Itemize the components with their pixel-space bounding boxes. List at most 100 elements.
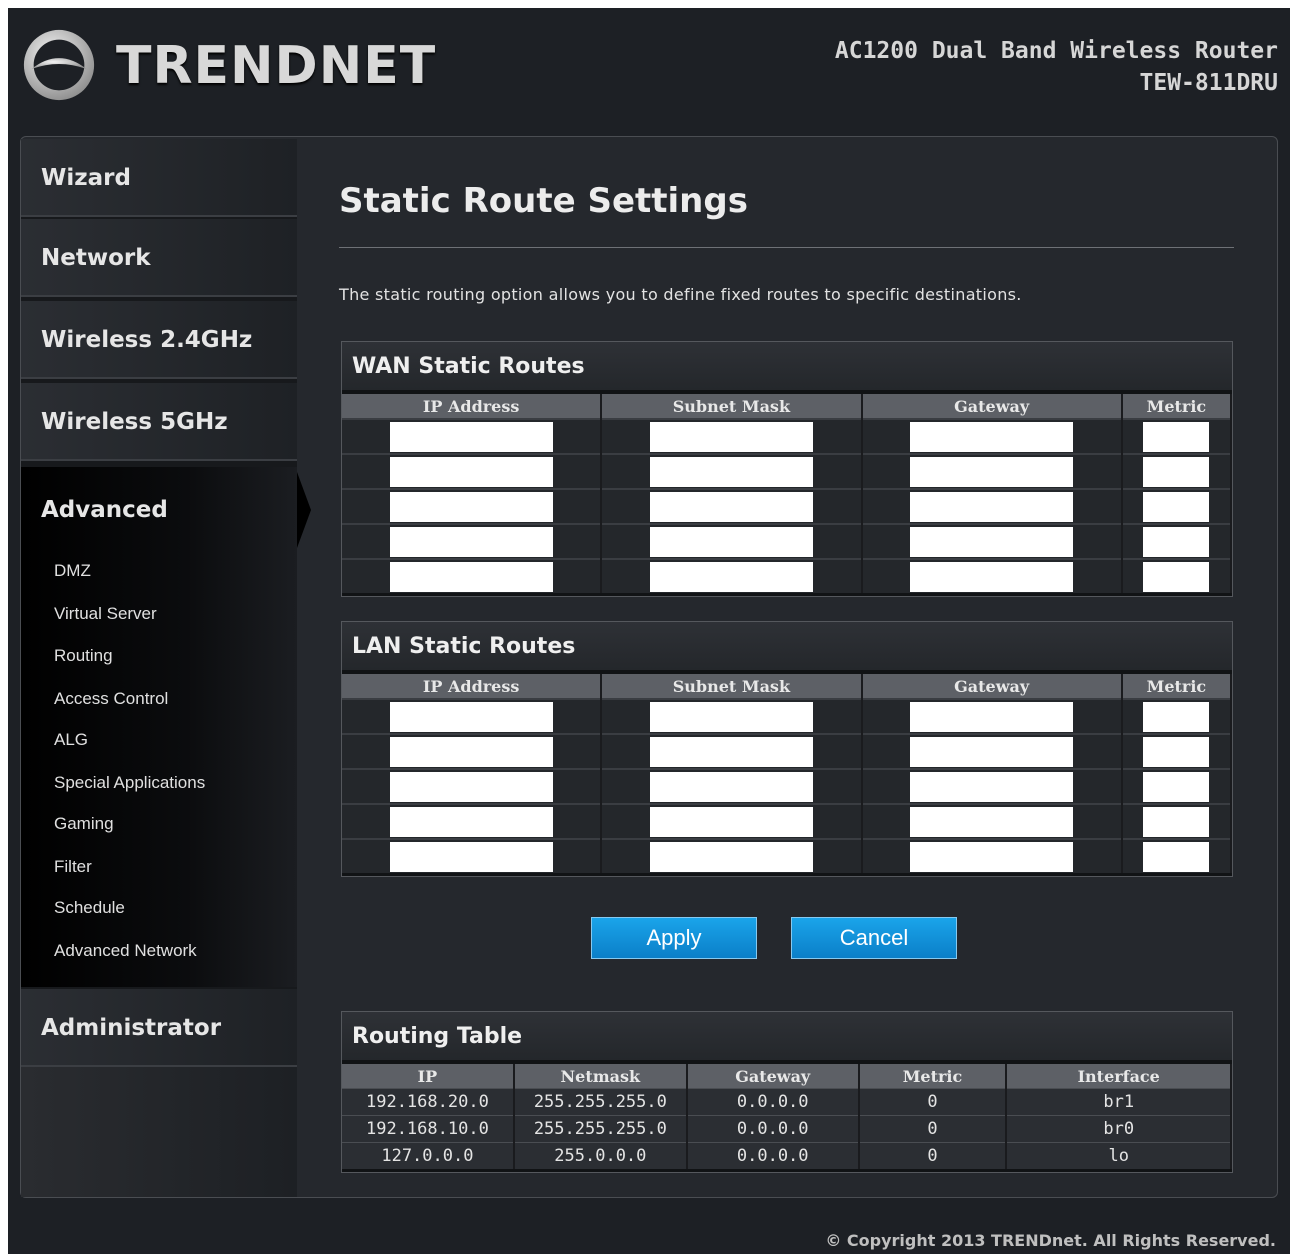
table-cell: [342, 838, 603, 873]
table-cell: [861, 418, 1123, 454]
trendnet-logo: TRENDNET: [16, 18, 435, 108]
wan-subnet-mask-input[interactable]: [649, 421, 813, 452]
table-cell: [601, 698, 863, 734]
lan-gateway-input[interactable]: [910, 736, 1074, 767]
lan-ip-address-input[interactable]: [389, 701, 553, 732]
wan-metric-input[interactable]: [1143, 491, 1210, 522]
wan-subnet-mask-input[interactable]: [649, 456, 813, 487]
wan-subnet-mask-input[interactable]: [649, 491, 813, 522]
nav-wireless-24ghz[interactable]: Wireless 2.4GHz: [21, 301, 297, 379]
panel-title: LAN Static Routes: [352, 634, 576, 659]
table-cell: 192.168.10.0: [342, 1115, 515, 1143]
lan-ip-address-input[interactable]: [389, 841, 553, 872]
table-cell: 0: [858, 1142, 1008, 1169]
subnav-filter[interactable]: Filter: [54, 857, 92, 877]
wan-metric-input[interactable]: [1143, 561, 1210, 592]
lan-ip-address-input[interactable]: [389, 771, 553, 802]
wan-metric-input[interactable]: [1143, 421, 1210, 452]
lan-subnet-mask-input[interactable]: [649, 701, 813, 732]
table-cell: [601, 838, 863, 873]
table-cell: [342, 558, 603, 593]
nav-label[interactable]: Administrator: [41, 1015, 221, 1041]
panel-title: Routing Table: [352, 1024, 523, 1049]
wan-ip-address-input[interactable]: [389, 526, 553, 557]
wan-metric-input[interactable]: [1143, 456, 1210, 487]
column-header: Gateway: [861, 674, 1123, 699]
lan-metric-input[interactable]: [1143, 841, 1210, 872]
wan-ip-address-input[interactable]: [389, 561, 553, 592]
subnav-advanced-network[interactable]: Advanced Network: [54, 941, 197, 961]
panel-header: Routing Table: [342, 1012, 1232, 1060]
subnav-dmz[interactable]: DMZ: [54, 561, 91, 581]
nav-wireless-5ghz[interactable]: Wireless 5GHz: [21, 383, 297, 461]
lan-subnet-mask-input[interactable]: [649, 841, 813, 872]
wan-gateway-input[interactable]: [910, 421, 1074, 452]
lan-gateway-input[interactable]: [910, 701, 1074, 732]
table-cell: 0.0.0.0: [686, 1142, 860, 1169]
panel-header: WAN Static Routes: [342, 342, 1232, 390]
table-cell: [601, 768, 863, 804]
sidebar: Wizard Network Wireless 2.4GHz Wireless …: [21, 139, 297, 1197]
subnav-routing[interactable]: Routing: [54, 646, 113, 666]
wan-routes-table: IP Address Subnet Mask Gateway Metric: [342, 394, 1233, 593]
table-cell: [342, 453, 603, 489]
nav-network[interactable]: Network: [21, 219, 297, 297]
subnav-virtual-server[interactable]: Virtual Server: [54, 604, 157, 624]
wan-ip-address-input[interactable]: [389, 456, 553, 487]
wan-ip-address-input[interactable]: [389, 491, 553, 522]
apply-button[interactable]: Apply: [591, 917, 757, 959]
page-title: Static Route Settings: [339, 181, 748, 221]
table-cell: 127.0.0.0: [342, 1142, 515, 1169]
table-cell: [1121, 453, 1233, 489]
lan-gateway-input[interactable]: [910, 771, 1074, 802]
wan-gateway-input[interactable]: [910, 526, 1074, 557]
table-row: [342, 523, 1233, 559]
table-cell: [1121, 558, 1233, 593]
lan-metric-input[interactable]: [1143, 806, 1210, 837]
table-cell: [861, 733, 1123, 769]
column-header: IP Address: [342, 394, 603, 419]
table-cell: [601, 418, 863, 454]
lan-subnet-mask-input[interactable]: [649, 771, 813, 802]
lan-subnet-mask-input[interactable]: [649, 736, 813, 767]
wan-subnet-mask-input[interactable]: [649, 561, 813, 592]
table-row: [342, 838, 1233, 873]
lan-gateway-input[interactable]: [910, 841, 1074, 872]
lan-metric-input[interactable]: [1143, 736, 1210, 767]
table-cell: [1121, 488, 1233, 524]
subnav-alg[interactable]: ALG: [54, 730, 88, 750]
subnav-schedule[interactable]: Schedule: [54, 898, 125, 918]
nav-administrator[interactable]: Administrator: [21, 989, 297, 1067]
wan-gateway-input[interactable]: [910, 561, 1074, 592]
nav-advanced-label[interactable]: Advanced: [41, 497, 168, 523]
nav-label[interactable]: Wizard: [41, 165, 131, 191]
wan-gateway-input[interactable]: [910, 456, 1074, 487]
subnav-special-applications[interactable]: Special Applications: [54, 773, 205, 793]
wan-subnet-mask-input[interactable]: [649, 526, 813, 557]
cancel-button[interactable]: Cancel: [791, 917, 957, 959]
column-header: Netmask: [513, 1064, 688, 1089]
table-cell: [342, 733, 603, 769]
lan-gateway-input[interactable]: [910, 806, 1074, 837]
column-header: Metric: [1121, 394, 1233, 419]
wan-gateway-input[interactable]: [910, 491, 1074, 522]
lan-ip-address-input[interactable]: [389, 736, 553, 767]
subnav-access-control[interactable]: Access Control: [54, 689, 168, 709]
wan-metric-input[interactable]: [1143, 526, 1210, 557]
nav-label[interactable]: Wireless 2.4GHz: [41, 327, 252, 353]
table-cell: br1: [1006, 1088, 1232, 1116]
column-header: Subnet Mask: [601, 394, 863, 419]
lan-subnet-mask-input[interactable]: [649, 806, 813, 837]
table-cell: [1121, 523, 1233, 559]
nav-label[interactable]: Network: [41, 245, 151, 271]
subnav-gaming[interactable]: Gaming: [54, 814, 114, 834]
wan-ip-address-input[interactable]: [389, 421, 553, 452]
lan-metric-input[interactable]: [1143, 701, 1210, 732]
nav-wizard[interactable]: Wizard: [21, 139, 297, 217]
lan-metric-input[interactable]: [1143, 771, 1210, 802]
table-cell: [861, 488, 1123, 524]
nav-label[interactable]: Wireless 5GHz: [41, 409, 228, 435]
table-cell: [861, 453, 1123, 489]
lan-ip-address-input[interactable]: [389, 806, 553, 837]
nav-advanced: Advanced DMZ Virtual Server Routing Acce…: [21, 467, 297, 987]
